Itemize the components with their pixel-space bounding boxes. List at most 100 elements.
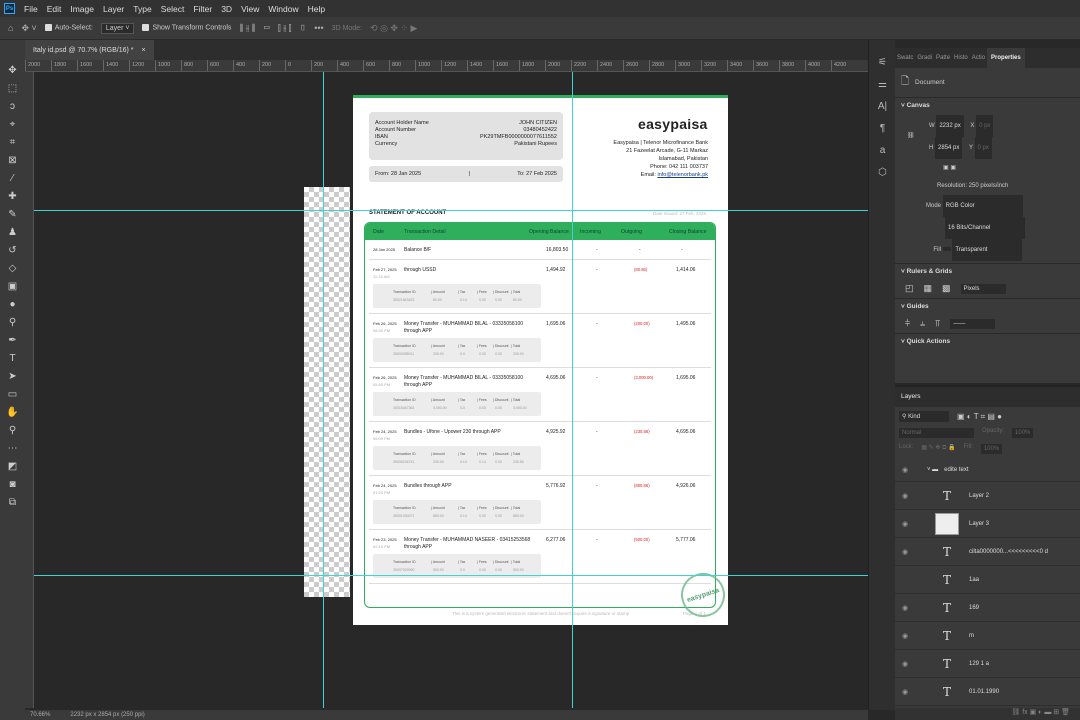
quick-actions-section[interactable]: ˅ Quick Actions (895, 333, 1080, 349)
layer-row[interactable]: ◉ T Layer 2 (895, 482, 1080, 510)
move-tool-icon[interactable]: ✥ (4, 63, 22, 78)
eye-icon[interactable]: ◉ (895, 520, 915, 528)
guide-vertical[interactable] (572, 72, 573, 708)
smart-guides-icon[interactable]: ⫪ (935, 318, 940, 329)
brushes-panel-icon[interactable]: ⚟ (869, 52, 896, 74)
menu-help[interactable]: Help (308, 4, 325, 14)
healing-tool-icon[interactable]: ✚ (4, 189, 22, 204)
layer-row[interactable]: ◉ T 169 (895, 594, 1080, 622)
move-tool-icon[interactable]: ✥ ˅ (21, 23, 36, 34)
layer-row[interactable]: ◉ Tcilta0000000...<<<<<<<<<0 d (895, 538, 1080, 566)
menu-edit[interactable]: Edit (47, 4, 62, 14)
rulers-section[interactable]: ˅ Rulers & Grids (895, 263, 1080, 279)
layers-tab[interactable]: Layers (895, 387, 1080, 407)
menu-file[interactable]: File (24, 4, 38, 14)
link-icon[interactable]: ⛓ (907, 127, 915, 145)
color-swatches-icon[interactable]: ◩ (4, 459, 22, 474)
stamp-tool-icon[interactable]: ♟ (4, 225, 22, 240)
guide-style-dropdown[interactable]: —— (950, 318, 996, 329)
guide-horizontal[interactable] (34, 575, 868, 576)
paragraph-panel-icon[interactable]: ¶ (869, 118, 896, 140)
guide-vertical[interactable] (323, 72, 324, 708)
gradient-tool-icon[interactable]: ▣ (4, 279, 22, 294)
panel-tab[interactable]: Swatc (895, 55, 915, 61)
panel-tab[interactable]: Histo (952, 55, 970, 61)
3d-tools-icons[interactable]: ⟲ ◎ ✥ ⁘ ▶ (370, 23, 417, 34)
quick-mask-icon[interactable]: ◙ (4, 477, 22, 492)
menu-type[interactable]: Type (133, 4, 151, 14)
fill-swatch[interactable] (942, 247, 951, 251)
crop-tool-icon[interactable]: ⌗ (4, 135, 22, 150)
screen-mode-icon[interactable]: ⧉ (4, 495, 22, 510)
blur-tool-icon[interactable]: ● (4, 297, 22, 312)
brush-tool-icon[interactable]: ✎ (4, 207, 22, 222)
y-input[interactable]: 0 px (974, 137, 992, 159)
history-brush-icon[interactable]: ↺ (4, 243, 22, 258)
x-input[interactable]: 0 px (976, 115, 994, 137)
eraser-tool-icon[interactable]: ◇ (4, 261, 22, 276)
layer-row[interactable]: ◉ Layer 3 (895, 510, 1080, 538)
menu-3d[interactable]: 3D (221, 4, 232, 14)
units-dropdown[interactable]: Pixels (960, 283, 1006, 294)
menu-filter[interactable]: Filter (193, 4, 212, 14)
layer-actions-bar[interactable]: ⛓ fx ▣ ◐ ▬ ⊞ 🗑 (895, 708, 1080, 720)
grid-icon[interactable]: ▦ (924, 283, 933, 294)
marquee-tool-icon[interactable]: ⬚ (4, 81, 22, 96)
rectangle-tool-icon[interactable]: ▭ (4, 387, 22, 402)
landscape-icon[interactable]: ▣ (950, 165, 956, 171)
height-input[interactable]: 2854 px (935, 137, 963, 159)
character-panel-icon[interactable]: A| (869, 96, 896, 118)
auto-select-checkbox[interactable]: Auto-Select: (44, 24, 93, 32)
close-tab-icon[interactable]: × (141, 47, 145, 54)
layer-row[interactable]: ◉ T 01.01.1990 (895, 678, 1080, 706)
lasso-tool-icon[interactable]: ↄ (4, 99, 22, 114)
pen-tool-icon[interactable]: ✒ (4, 333, 22, 348)
eye-icon[interactable]: ◉ (895, 688, 915, 696)
show-guides-icon[interactable]: ⫩ (905, 318, 910, 329)
home-icon[interactable]: ⌂ (8, 23, 13, 33)
panel-tab[interactable]: Patte (934, 55, 952, 61)
eye-icon[interactable]: ◉ (895, 632, 915, 640)
fill-dropdown[interactable]: Transparent (952, 239, 1023, 261)
adjust-panel-icon[interactable]: ⚌ (869, 74, 896, 96)
filter-icons[interactable]: ▣ ◐ T ⌗ ▤ ● (957, 412, 1002, 422)
dodge-tool-icon[interactable]: ⚲ (4, 315, 22, 330)
menu-view[interactable]: View (241, 4, 259, 14)
document-tab[interactable]: Italy id.psd @ 70.7% (RGB/16) * × (25, 40, 154, 60)
auto-select-target-dropdown[interactable]: Layer ˅ (100, 22, 135, 34)
mode-dropdown[interactable]: RGB Color (942, 195, 1023, 217)
blend-mode-dropdown[interactable]: Normal (899, 428, 974, 438)
opacity-input[interactable]: 100% (1012, 428, 1034, 438)
guides-section[interactable]: ˅ Guides (895, 298, 1080, 314)
layer-row[interactable]: ◉ Tm (895, 622, 1080, 650)
zoom-tool-icon[interactable]: ⚲ (4, 423, 22, 438)
more-icon[interactable]: ••• (314, 23, 323, 33)
kind-filter-dropdown[interactable]: ⚲ Kind (899, 411, 949, 422)
frame-tool-icon[interactable]: ⊠ (4, 153, 22, 168)
eyedropper-tool-icon[interactable]: ⁄ (4, 171, 22, 186)
layer-row[interactable]: ◉ T 129 1 a (895, 650, 1080, 678)
menu-window[interactable]: Window (268, 4, 298, 14)
zoom-level[interactable]: 70.66% (30, 712, 50, 718)
path-select-icon[interactable]: ➤ (4, 369, 22, 384)
eye-icon[interactable]: ◉ (895, 660, 915, 668)
show-transform-checkbox[interactable]: Show Transform Controls (142, 24, 231, 32)
layer-group-row[interactable]: ◉ ˅ ▬ edite text (895, 458, 1080, 482)
panel-tab[interactable]: Properties (987, 48, 1025, 68)
menu-layer[interactable]: Layer (103, 4, 124, 14)
email-link[interactable]: info@telenorbank.pk (657, 172, 708, 178)
eye-icon[interactable]: ◉ (895, 548, 915, 556)
width-input[interactable]: 2232 px (936, 115, 964, 137)
menu-select[interactable]: Select (161, 4, 185, 14)
depth-dropdown[interactable]: 16 Bits/Channel (945, 217, 1025, 239)
menu-image[interactable]: Image (70, 4, 94, 14)
vertical-ruler[interactable] (25, 72, 34, 708)
panel-tab[interactable]: Actio (970, 55, 987, 61)
eye-icon[interactable]: ◉ (895, 604, 915, 612)
pixel-grid-icon[interactable]: ▩ (942, 283, 951, 294)
more-tools-icon[interactable]: ⋯ (4, 441, 22, 456)
portrait-icon[interactable]: ▣ (943, 165, 949, 171)
quick-select-tool-icon[interactable]: ⌖ (4, 117, 22, 132)
horizontal-ruler[interactable]: 2000 1800 1600 1400 1200 1000 800 600 400 200 0 200… (25, 60, 868, 72)
canvas-section[interactable]: ˅ Canvas (895, 97, 1080, 113)
